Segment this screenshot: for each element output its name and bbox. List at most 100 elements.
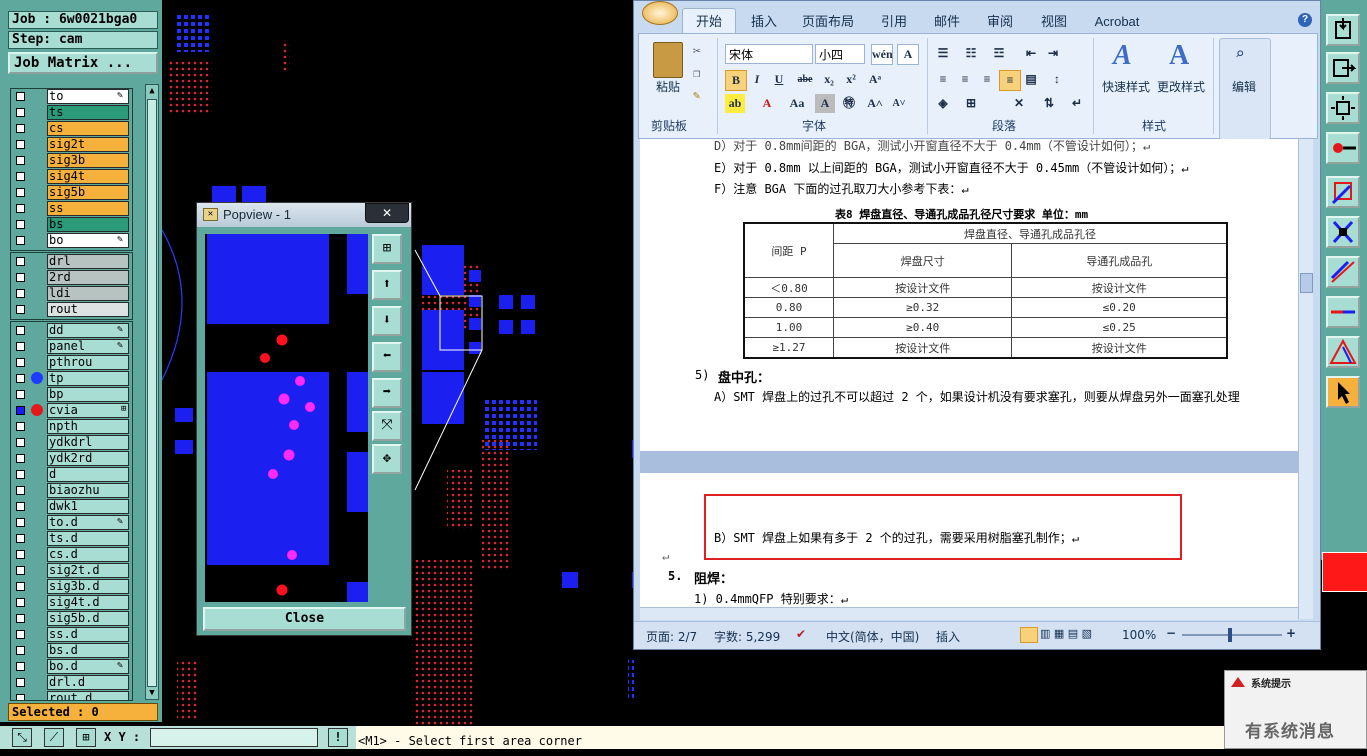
bold-icon[interactable]: B — [725, 70, 747, 91]
layer-checkbox[interactable] — [16, 188, 25, 197]
layer-checkbox[interactable] — [16, 326, 25, 335]
layer-checkbox[interactable] — [16, 236, 25, 245]
layer-row[interactable]: cs — [11, 121, 132, 136]
layer-checkbox[interactable] — [16, 694, 25, 700]
layer-row[interactable]: tp — [11, 371, 132, 386]
scroll-thumb[interactable] — [147, 99, 157, 687]
help-icon[interactable]: ? — [1298, 13, 1312, 27]
layer-checkbox[interactable] — [16, 470, 25, 479]
layer-name[interactable]: d — [47, 467, 129, 482]
layer-row[interactable]: rout.d — [11, 691, 132, 700]
layer-checkbox[interactable] — [16, 220, 25, 229]
layer-name[interactable]: sig5b — [47, 185, 129, 200]
tab-home[interactable]: 开始 — [684, 10, 734, 34]
quick-styles-label[interactable]: 快速样式 — [1098, 78, 1154, 95]
copy-icon[interactable]: ❐ — [693, 66, 700, 80]
layer-checkbox[interactable] — [16, 678, 25, 687]
layer-row[interactable]: ts — [11, 105, 132, 120]
char-shading-icon[interactable]: A — [815, 94, 835, 113]
doc-vertical-scrollbar[interactable] — [1298, 139, 1313, 619]
layer-name[interactable]: cs — [47, 121, 129, 136]
phonetic-icon[interactable]: wén — [871, 44, 893, 65]
layer-name[interactable]: biaozhu — [47, 483, 129, 498]
line-spacing-icon[interactable]: ↕ — [1047, 70, 1067, 89]
superscript-icon[interactable]: x² — [841, 70, 861, 89]
show-marks-icon[interactable]: ↵ — [1067, 94, 1087, 113]
layer-name[interactable]: rout — [47, 302, 129, 317]
layer-row[interactable]: bp — [11, 387, 132, 402]
layer-name[interactable]: bs.d — [47, 643, 129, 658]
layer-row[interactable]: dd ✎ — [11, 323, 132, 338]
layer-row[interactable]: panel ✎ — [11, 339, 132, 354]
layer-row[interactable]: ss.d — [11, 627, 132, 642]
tab-page-layout[interactable]: 页面布局 — [798, 10, 858, 34]
layer-row[interactable]: cvia ⊞ — [11, 403, 132, 418]
layer-name[interactable]: cs.d — [47, 547, 129, 562]
layer-checkbox[interactable] — [16, 646, 25, 655]
layer-row[interactable]: sig4t.d — [11, 595, 132, 610]
zoom-slider[interactable] — [1182, 634, 1282, 636]
layer-name[interactable]: ts — [47, 105, 129, 120]
layer-checkbox[interactable] — [16, 92, 25, 101]
grid-icon[interactable]: ⊞ — [76, 728, 96, 747]
tab-references[interactable]: 引用 — [874, 10, 914, 34]
paste-icon[interactable] — [653, 42, 683, 78]
layer-checkbox[interactable] — [16, 124, 25, 133]
layer-name[interactable]: sig3b — [47, 153, 129, 168]
strikethrough-icon[interactable]: abe — [795, 70, 815, 89]
change-styles-label[interactable]: 更改样式 — [1153, 78, 1209, 95]
pan-down-icon[interactable]: ⬇ — [372, 306, 402, 336]
layer-checkbox[interactable] — [16, 305, 25, 314]
layer-name[interactable]: ss — [47, 201, 129, 216]
document-page[interactable]: D）对于 0.8mm间距的 BGA，测试小开窗直径不大于 0.4mm（不管设计如… — [640, 139, 1298, 619]
layer-name[interactable]: sig3b.d — [47, 579, 129, 594]
layer-checkbox[interactable] — [16, 156, 25, 165]
fit-screen-icon[interactable] — [1326, 92, 1360, 124]
layer-checkbox[interactable] — [16, 582, 25, 591]
layer-name[interactable]: tp — [47, 371, 129, 386]
layer-name[interactable]: bp — [47, 387, 129, 402]
layer-row[interactable]: sig3b.d — [11, 579, 132, 594]
zoom-area-icon[interactable]: ⤡ — [12, 728, 32, 747]
layer-checkbox[interactable] — [16, 662, 25, 671]
pointer-icon[interactable] — [1326, 376, 1360, 408]
cut-icon[interactable]: ✂ — [693, 44, 701, 59]
subscript-icon[interactable]: x₂ — [819, 70, 839, 89]
decrease-indent-icon[interactable]: ⇤ — [1021, 44, 1041, 63]
doc-horizontal-scrollbar[interactable] — [640, 607, 1298, 620]
asian-layout-icon[interactable]: ✕ — [1009, 94, 1029, 113]
zoom-in-icon[interactable]: ⊞ — [372, 234, 402, 264]
layer-checkbox[interactable] — [16, 390, 25, 399]
char-border-icon[interactable]: A — [897, 44, 919, 65]
job-matrix-button[interactable]: Job Matrix ... — [8, 52, 158, 74]
select-area-icon[interactable] — [1326, 176, 1360, 208]
change-case-icon[interactable]: Aa — [787, 94, 807, 113]
layer-name[interactable]: sig2t.d — [47, 563, 129, 578]
layer-row[interactable]: ss — [11, 201, 132, 216]
layer-row[interactable]: rout — [11, 302, 132, 317]
format-painter-icon[interactable]: ✎ — [693, 88, 700, 102]
layer-name[interactable]: 2rd — [47, 270, 129, 285]
layer-name[interactable]: ydk2rd — [47, 451, 129, 466]
open-icon[interactable] — [1326, 14, 1360, 46]
layer-row[interactable]: ts.d — [11, 531, 132, 546]
layer-checkbox[interactable] — [16, 630, 25, 639]
layer-row[interactable]: drl — [11, 254, 132, 269]
layer-name[interactable]: npth — [47, 419, 129, 434]
popview-titlebar[interactable]: ✕ Popview - 1 ✕ — [197, 203, 411, 227]
layer-checkbox[interactable] — [16, 289, 25, 298]
borders-icon[interactable]: ⊞ — [961, 94, 981, 113]
close-button[interactable]: Close — [203, 607, 406, 631]
layer-checkbox[interactable] — [16, 342, 25, 351]
office-button[interactable] — [642, 1, 678, 25]
layer-row[interactable]: ydk2rd — [11, 451, 132, 466]
layer-row[interactable]: sig2t.d — [11, 563, 132, 578]
layer-row[interactable]: ydkdrl — [11, 435, 132, 450]
align-left-icon[interactable]: ≡ — [933, 70, 953, 89]
increase-indent-icon[interactable]: ⇥ — [1043, 44, 1063, 63]
align-center-icon[interactable]: ≡ — [955, 70, 975, 89]
layer-name[interactable]: pthrou — [47, 355, 129, 370]
scroll-down-icon[interactable]: ▼ — [146, 687, 158, 699]
tab-view[interactable]: 视图 — [1034, 10, 1074, 34]
scroll-thumb[interactable] — [1300, 273, 1313, 293]
